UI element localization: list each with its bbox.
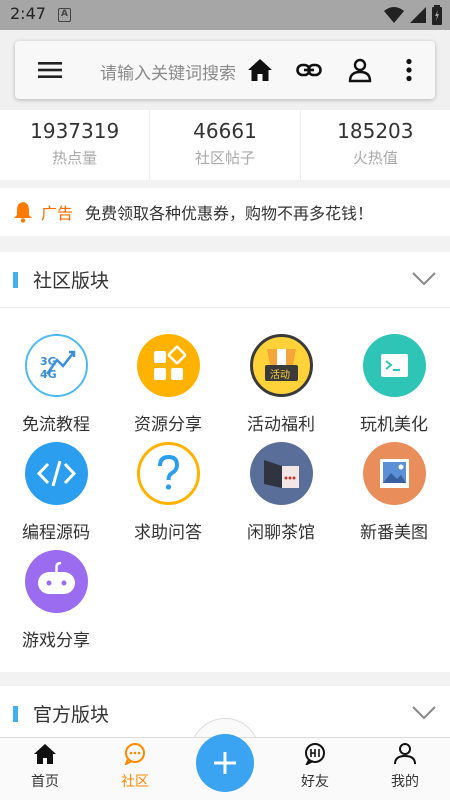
category-label: 资源分享 [134,415,202,435]
search-input[interactable]: 请输入关键词搜索 [100,59,236,84]
stat-label: 热点量 [52,149,98,167]
ad-tag: 广告 [41,204,74,223]
plus-icon [214,752,236,774]
hi-bubble-icon [304,743,325,767]
notification-badge: A [58,8,71,22]
wifi-icon [384,7,404,23]
menu-icon[interactable] [37,57,63,83]
category-label: 编程源码 [22,523,90,543]
stat-value: 185203 [337,119,414,143]
nav-home[interactable]: 首页 [0,743,90,791]
link-icon[interactable] [296,57,322,83]
chat-icon [124,743,145,767]
category-game-share[interactable]: 游戏分享 [0,550,112,651]
icon-text-4g: 4G [40,368,57,381]
search-bar: 请输入关键词搜索 [15,41,435,99]
stat-label: 火热值 [352,149,398,167]
category-help-qa[interactable]: 求助问答 [112,442,224,543]
category-free-data-tutorial[interactable]: 3G 4G 免流教程 [0,334,112,435]
nav-label: 我的 [391,774,419,790]
chevron-down-icon[interactable] [412,271,436,287]
3g-4g-icon: 3G 4G [24,334,88,397]
nav-profile[interactable]: 我的 [360,743,450,791]
stat-value: 1937319 [30,119,120,143]
gift-box-icon: 活动 [249,334,313,397]
home-icon [34,744,56,764]
resource-grid-icon [136,334,200,397]
create-post-button[interactable] [196,734,254,792]
nav-label: 好友 [301,774,329,790]
account-icon[interactable] [347,57,373,83]
stats-row: 1937319 热点量 46661 社区帖子 185203 火热值 [0,110,450,180]
nav-community[interactable]: 社区 [90,743,180,791]
category-grid: 3G 4G 免流教程 资源分享 活动 活动福利 玩机美化 编程源码 求助问答 闲… [0,308,450,668]
bell-icon [14,202,32,223]
category-label: 游戏分享 [22,631,90,651]
category-phone-customize[interactable]: 玩机美化 [338,334,450,435]
signal-icon [410,7,426,23]
terminal-icon [362,334,426,397]
nav-label: 首页 [31,774,59,790]
category-label: 闲聊茶馆 [247,523,315,543]
chevron-down-icon[interactable] [412,705,436,721]
category-label: 求助问答 [134,523,202,543]
nav-label: 社区 [121,774,149,790]
battery-icon [432,5,442,25]
system-icons [384,5,442,25]
tea-house-icon [249,442,313,505]
status-bar: 2:47 A [0,0,450,30]
picture-icon [362,442,426,505]
section-accent-bar [13,271,18,288]
top-bar: 请输入关键词搜索 [0,30,450,110]
category-anime-pics[interactable]: 新番美图 [338,442,450,543]
category-label: 玩机美化 [360,415,428,435]
ad-banner[interactable]: 广告 免费领取各种优惠券，购物不再多花钱！ [0,188,450,236]
home-icon[interactable] [247,57,273,83]
section-title: 社区版块 [33,270,110,292]
ad-message[interactable]: 免费领取各种优惠券，购物不再多花钱！ [85,200,373,224]
stat-label: 社区帖子 [194,149,255,167]
stat-heat-value: 185203 火热值 [301,110,450,180]
category-chat-teahouse[interactable]: 闲聊茶馆 [225,442,337,543]
stat-post-count: 46661 社区帖子 [150,110,301,180]
gamepad-icon [24,550,88,613]
category-event-benefits[interactable]: 活动 活动福利 [225,334,337,435]
nav-friends[interactable]: 好友 [270,743,360,791]
category-label: 新番美图 [360,523,428,543]
category-resource-share[interactable]: 资源分享 [112,334,224,435]
category-label: 活动福利 [247,415,315,435]
section-accent-bar [13,705,18,722]
category-label: 免流教程 [22,415,90,435]
community-section-header[interactable]: 社区版块 [0,252,450,308]
icon-text-event: 活动 [270,369,290,381]
community-section: 社区版块 3G 4G 免流教程 资源分享 活动 活动福利 玩机美化 编程源码 求… [0,252,450,672]
category-source-code[interactable]: 编程源码 [0,442,112,543]
section-title: 官方版块 [33,704,110,726]
stat-value: 46661 [193,119,257,143]
person-icon [394,743,416,765]
stat-hot-count: 1937319 热点量 [0,110,151,180]
more-vert-icon[interactable] [396,57,422,83]
question-icon [136,442,200,505]
code-icon [24,442,88,505]
status-time: 2:47 [10,4,46,23]
